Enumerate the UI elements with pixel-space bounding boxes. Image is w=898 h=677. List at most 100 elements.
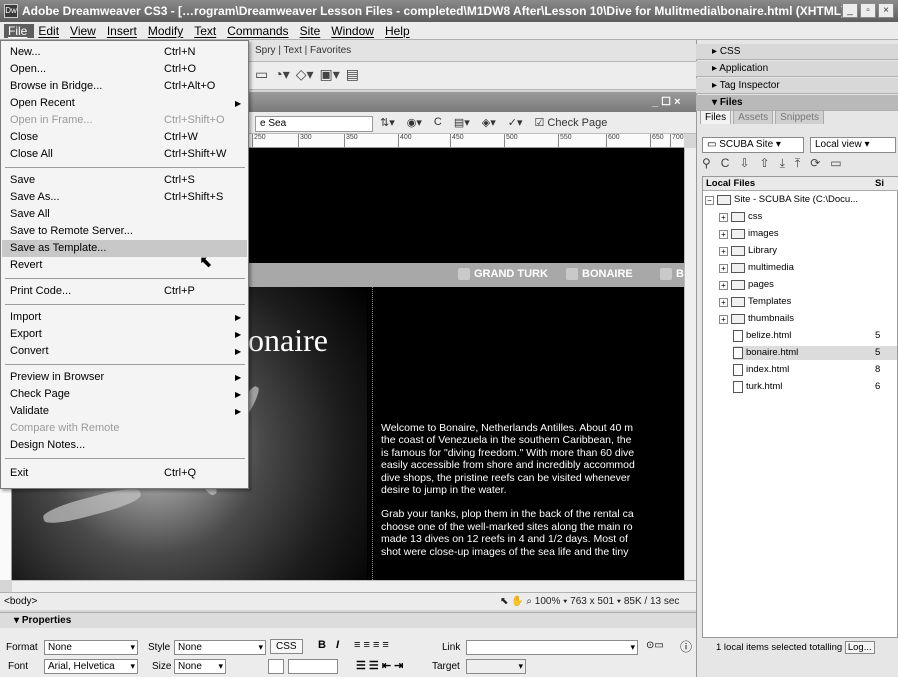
- menu-help[interactable]: Help: [381, 24, 417, 38]
- target-select[interactable]: [466, 659, 526, 674]
- minimize-icon[interactable]: _: [842, 3, 858, 18]
- menu-item-save-all[interactable]: Save All: [2, 206, 247, 223]
- horizontal-scrollbar[interactable]: [12, 580, 696, 592]
- size-select[interactable]: None: [174, 659, 226, 674]
- menu-item-close-all[interactable]: Close All Ctrl+Shift+W: [2, 146, 247, 163]
- tree-item-file[interactable]: turk.html 6: [733, 380, 897, 394]
- doc-window-controls[interactable]: _ ☐ ×: [652, 95, 681, 108]
- tab-files[interactable]: Files: [700, 110, 732, 124]
- check-in-icon[interactable]: ⤒: [795, 156, 800, 171]
- connect-icon[interactable]: ⚲: [702, 156, 711, 171]
- menu-item-convert[interactable]: Convert ▶: [2, 343, 247, 360]
- menu-file[interactable]: File: [4, 23, 35, 38]
- template-icon[interactable]: ◇▾: [296, 66, 314, 83]
- tree-item-folder[interactable]: + images: [719, 227, 779, 241]
- script-icon[interactable]: ◔▾: [274, 66, 289, 83]
- application-panel-header[interactable]: ▸ Application: [696, 61, 898, 77]
- tree-item-file-selected[interactable]: bonaire.html 5: [733, 346, 897, 360]
- form-icon[interactable]: ▭: [255, 66, 268, 83]
- tree-item-folder[interactable]: + Templates: [719, 295, 791, 309]
- tree-item-folder[interactable]: + pages: [719, 278, 774, 292]
- menu-item-validate[interactable]: Validate ▶: [2, 403, 247, 420]
- menu-item-browse-in-bridge[interactable]: Browse in Bridge... Ctrl+Alt+O: [2, 78, 247, 95]
- tag-selector[interactable]: <body>: [4, 596, 37, 607]
- select-tool-icon[interactable]: ⬉: [500, 596, 508, 607]
- site-select[interactable]: ▭ SCUBA Site ▾: [702, 137, 804, 153]
- view-options-icon[interactable]: ▤▾: [454, 116, 470, 129]
- menu-item-print-code[interactable]: Print Code... Ctrl+P: [2, 283, 247, 300]
- tab-assets[interactable]: Assets: [733, 110, 774, 124]
- text-color-swatch[interactable]: [268, 659, 284, 674]
- point-to-file-icon[interactable]: ⊙▭: [646, 640, 664, 651]
- menu-item-open[interactable]: Open... Ctrl+O: [2, 61, 247, 78]
- menu-item-save[interactable]: Save Ctrl+S: [2, 172, 247, 189]
- menu-item-check-page[interactable]: Check Page ▶: [2, 386, 247, 403]
- menu-item-design-notes[interactable]: Design Notes...: [2, 437, 247, 454]
- menu-item-open-recent[interactable]: Open Recent ▶: [2, 95, 247, 112]
- nav-item-bonaire[interactable]: BONAIRE: [566, 268, 633, 280]
- log-button[interactable]: Log...: [844, 641, 875, 654]
- zoom-select[interactable]: 100%: [535, 596, 561, 607]
- help-icon[interactable]: ⓘ: [680, 638, 692, 655]
- css-panel-header[interactable]: ▸ CSS: [696, 44, 898, 60]
- dreamweaver-app-icon[interactable]: Dw: [4, 4, 18, 18]
- tag-chooser-icon[interactable]: ▤: [346, 66, 359, 83]
- css-button[interactable]: CSS: [270, 639, 303, 654]
- restore-icon[interactable]: ▫: [860, 3, 876, 18]
- tree-item-folder[interactable]: + multimedia: [719, 261, 794, 275]
- menu-view[interactable]: View: [66, 24, 103, 38]
- check-out-icon[interactable]: ⤓: [780, 156, 785, 171]
- synchronize-icon[interactable]: ⟳: [810, 156, 820, 171]
- align-buttons[interactable]: ≡ ≡ ≡ ≡: [354, 639, 389, 651]
- insert-bar-tabs[interactable]: Spry | Text | Favorites: [255, 45, 351, 56]
- style-select[interactable]: None: [174, 640, 266, 655]
- menu-commands[interactable]: Commands: [223, 24, 295, 38]
- menu-item-preview-in-browser[interactable]: Preview in Browser ▶: [2, 369, 247, 386]
- format-select[interactable]: None: [44, 640, 138, 655]
- page-title-field[interactable]: e Sea: [255, 116, 373, 132]
- tree-item-file[interactable]: index.html 8: [733, 363, 897, 377]
- bold-button[interactable]: B: [318, 639, 326, 651]
- image-icon[interactable]: ▣▾: [320, 66, 340, 83]
- menu-text[interactable]: Text: [190, 24, 223, 38]
- list-buttons[interactable]: ☰ ☰ ⇤ ⇥: [356, 659, 403, 672]
- close-window-icon[interactable]: ×: [878, 3, 894, 18]
- expand-icon[interactable]: ▭: [830, 156, 841, 171]
- link-field[interactable]: [466, 640, 638, 655]
- italic-button[interactable]: I: [336, 639, 339, 651]
- tab-snippets[interactable]: Snippets: [775, 110, 825, 124]
- file-management-icon[interactable]: ⇅▾: [380, 116, 395, 129]
- menu-item-export[interactable]: Export ▶: [2, 326, 247, 343]
- files-panel-header[interactable]: ▾ Files: [696, 95, 898, 111]
- nav-item-grand-turk[interactable]: GRAND TURK: [458, 268, 548, 280]
- hand-tool-icon[interactable]: ✋: [511, 596, 523, 607]
- visual-aids-icon[interactable]: ◈▾: [482, 116, 496, 129]
- check-page-button[interactable]: ☑ Check Page: [534, 116, 607, 129]
- validate-icon[interactable]: ✓▾: [508, 116, 523, 129]
- tree-item-file[interactable]: belize.html 5: [733, 329, 897, 343]
- tree-item-folder[interactable]: + thumbnails: [719, 312, 794, 326]
- tag-inspector-panel-header[interactable]: ▸ Tag Inspector: [696, 78, 898, 94]
- menu-item-save-as[interactable]: Save As... Ctrl+Shift+S: [2, 189, 247, 206]
- menu-edit[interactable]: Edit: [34, 24, 66, 38]
- menu-item-close[interactable]: Close Ctrl+W: [2, 129, 247, 146]
- tree-item-folder[interactable]: + css: [719, 210, 762, 224]
- menu-item-import[interactable]: Import ▶: [2, 309, 247, 326]
- tree-item-site[interactable]: − Site - SCUBA Site (C:\Docu...: [705, 193, 858, 207]
- tree-item-folder[interactable]: + Library: [719, 244, 777, 258]
- menu-insert[interactable]: Insert: [103, 24, 144, 38]
- refresh-icon[interactable]: C: [434, 116, 442, 129]
- window-size-select[interactable]: 763 x 501: [570, 596, 614, 607]
- menu-item-new[interactable]: New... Ctrl+N: [2, 44, 247, 61]
- menu-item-exit[interactable]: Exit Ctrl+Q: [2, 465, 247, 482]
- text-color-field[interactable]: [288, 659, 338, 674]
- zoom-tool-icon[interactable]: ⌕: [526, 596, 532, 607]
- menu-item-save-to-remote[interactable]: Save to Remote Server...: [2, 223, 247, 240]
- font-select[interactable]: Arial, Helvetica: [44, 659, 138, 674]
- refresh-files-icon[interactable]: C: [721, 156, 730, 171]
- preview-browser-icon[interactable]: ◉▾: [407, 116, 422, 129]
- menu-window[interactable]: Window: [327, 24, 381, 38]
- properties-panel-header[interactable]: ▾ Properties: [0, 612, 696, 628]
- vertical-scrollbar[interactable]: [684, 148, 696, 580]
- get-files-icon[interactable]: ⇩: [739, 156, 749, 171]
